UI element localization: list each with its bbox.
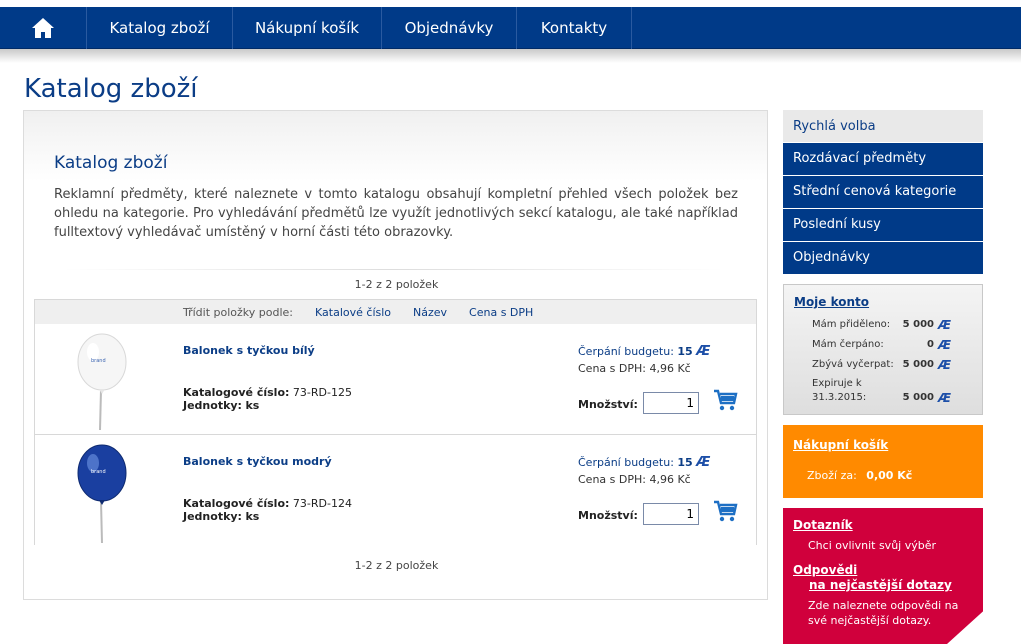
faq-title-line2: na nejčastější dotazy xyxy=(809,578,952,592)
nav-shadow xyxy=(0,49,1021,63)
product-image-white-balloon[interactable]: brand xyxy=(73,332,133,432)
add-to-cart-icon[interactable] xyxy=(712,388,738,412)
quick-item-last-pieces[interactable]: Poslední kusy xyxy=(783,209,983,241)
product-row: brand Balonek s tyčkou bílý Katalogové č… xyxy=(35,324,756,435)
account-spent-value: 0 xyxy=(927,339,934,350)
qty-label: Množství: xyxy=(578,509,638,522)
unit-label: Jednotky: xyxy=(183,399,242,412)
pager-bottom: 1-2 z 2 položek xyxy=(354,559,439,572)
svg-text:brand: brand xyxy=(91,358,106,364)
intro-title: Katalog zboží xyxy=(54,153,168,173)
budget-line: Čerpání budgetu: 15 Æ xyxy=(578,344,710,359)
product-name-link[interactable]: Balonek s tyčkou modrý xyxy=(183,455,332,468)
product-row: brand Balonek s tyčkou modrý Katalogové … xyxy=(35,435,756,546)
catalog-panel: Katalog zboží Reklamní předměty, které n… xyxy=(23,110,768,600)
currency-icon: Æ xyxy=(938,391,952,405)
nav-objednavky[interactable]: Objednávky xyxy=(382,7,517,49)
unit-value: ks xyxy=(245,510,260,523)
currency-icon: Æ xyxy=(938,358,952,372)
catalog-label: Katalogové číslo: xyxy=(183,386,290,399)
faq-title-line1: Odpovědi xyxy=(793,563,858,577)
sort-price[interactable]: Cena s DPH xyxy=(469,306,533,319)
budget-currency-icon: Æ xyxy=(696,455,711,470)
account-spent-label: Mám čerpáno: xyxy=(812,339,884,350)
product-image-blue-balloon[interactable]: brand xyxy=(73,443,133,543)
account-box: Moje konto Mám přiděleno: 5 000 Æ Mám če… xyxy=(783,284,983,415)
nav-kontakty[interactable]: Kontakty xyxy=(517,7,632,49)
survey-desc: Chci ovlivnit svůj výběr xyxy=(808,539,937,552)
catalog-label: Katalogové číslo: xyxy=(183,497,290,510)
budget-label: Čerpání budgetu: xyxy=(578,345,674,358)
product-unit: Jednotky: ks xyxy=(183,399,259,412)
sort-catalog-number[interactable]: Katalové číslo xyxy=(315,306,391,319)
home-button[interactable] xyxy=(0,7,87,49)
price-line: Cena s DPH: 4,96 Kč xyxy=(578,473,691,486)
sort-bar: Třídit položky podle: Katalové číslo Náz… xyxy=(35,300,756,324)
intro-text: Reklamní předměty, které naleznete v tom… xyxy=(54,187,738,240)
budget-line: Čerpání budgetu: 15 Æ xyxy=(578,455,710,470)
budget-value: 15 xyxy=(677,456,693,469)
account-remaining-label: Zbývá vyčerpat: xyxy=(812,359,894,370)
catalog-value: 73-RD-125 xyxy=(292,386,352,399)
survey-box: Dotazník Chci ovlivnit svůj výběr Odpově… xyxy=(783,508,983,644)
product-list: Třídit položky podle: Katalové číslo Náz… xyxy=(34,299,757,546)
catalog-value: 73-RD-124 xyxy=(292,497,352,510)
budget-currency-icon: Æ xyxy=(696,344,711,359)
sort-name[interactable]: Název xyxy=(413,306,447,319)
product-unit: Jednotky: ks xyxy=(183,510,259,523)
product-catalog-no: Katalogové číslo: 73-RD-124 xyxy=(183,497,352,510)
price-value: 4,96 Kč xyxy=(649,362,691,375)
quick-menu-title: Rychlá volba xyxy=(783,110,983,142)
top-navigation: Katalog zboží Nákupní košík Objednávky K… xyxy=(0,7,1021,49)
cart-title-link[interactable]: Nákupní košík xyxy=(793,438,888,452)
budget-value: 15 xyxy=(677,345,693,358)
product-name-link[interactable]: Balonek s tyčkou bílý xyxy=(183,344,315,357)
unit-value: ks xyxy=(245,399,260,412)
pager-top: 1-2 z 2 položek xyxy=(354,278,439,291)
survey-title-link[interactable]: Dotazník xyxy=(793,518,853,532)
qty-input[interactable] xyxy=(643,392,699,414)
home-icon xyxy=(32,18,54,38)
price-value: 4,96 Kč xyxy=(649,473,691,486)
currency-icon: Æ xyxy=(938,338,952,352)
account-remaining-value: 5 000 xyxy=(902,359,934,370)
product-catalog-no: Katalogové číslo: 73-RD-125 xyxy=(183,386,352,399)
quick-menu: Rychlá volba Rozdávací předměty Střední … xyxy=(783,110,983,274)
cart-total: Zboží za: 0,00 Kč xyxy=(807,469,912,482)
cart-total-value: 0,00 Kč xyxy=(866,469,913,482)
account-title-link[interactable]: Moje konto xyxy=(794,295,869,309)
faq-link[interactable]: Odpovědi na nejčastější dotazy xyxy=(793,563,952,593)
svg-text:brand: brand xyxy=(91,469,106,475)
account-allocated-label: Mám přiděleno: xyxy=(812,319,891,330)
sort-label: Třídit položky podle: xyxy=(183,305,294,319)
price-line: Cena s DPH: 4,96 Kč xyxy=(578,362,691,375)
price-label: Cena s DPH: xyxy=(578,362,646,375)
account-expiry-date: 31.3.2015: xyxy=(812,392,867,403)
unit-label: Jednotky: xyxy=(183,510,242,523)
account-allocated-value: 5 000 xyxy=(902,319,934,330)
nav-kosik[interactable]: Nákupní košík xyxy=(233,7,382,49)
account-expiry-value: 5 000 xyxy=(902,392,934,403)
quick-item-mid-price[interactable]: Střední cenová kategorie xyxy=(783,176,983,208)
cart-total-label: Zboží za: xyxy=(807,469,857,482)
add-to-cart-icon[interactable] xyxy=(712,499,738,523)
quick-item-orders[interactable]: Objednávky xyxy=(783,242,983,274)
account-expiry-label: Expiruje k xyxy=(812,378,862,389)
qty-input[interactable] xyxy=(643,503,699,525)
price-label: Cena s DPH: xyxy=(578,473,646,486)
budget-label: Čerpání budgetu: xyxy=(578,456,674,469)
nav-katalog[interactable]: Katalog zboží xyxy=(87,7,233,49)
page-title: Katalog zboží xyxy=(24,74,198,104)
qty-label: Množství: xyxy=(578,398,638,411)
quick-item-giveaways[interactable]: Rozdávací předměty xyxy=(783,143,983,175)
divider xyxy=(64,269,724,270)
faq-desc: Zde naleznete odpovědi na své nejčastějš… xyxy=(808,599,959,627)
currency-icon: Æ xyxy=(938,318,952,332)
cart-box: Nákupní košík Zboží za: 0,00 Kč xyxy=(783,425,983,498)
